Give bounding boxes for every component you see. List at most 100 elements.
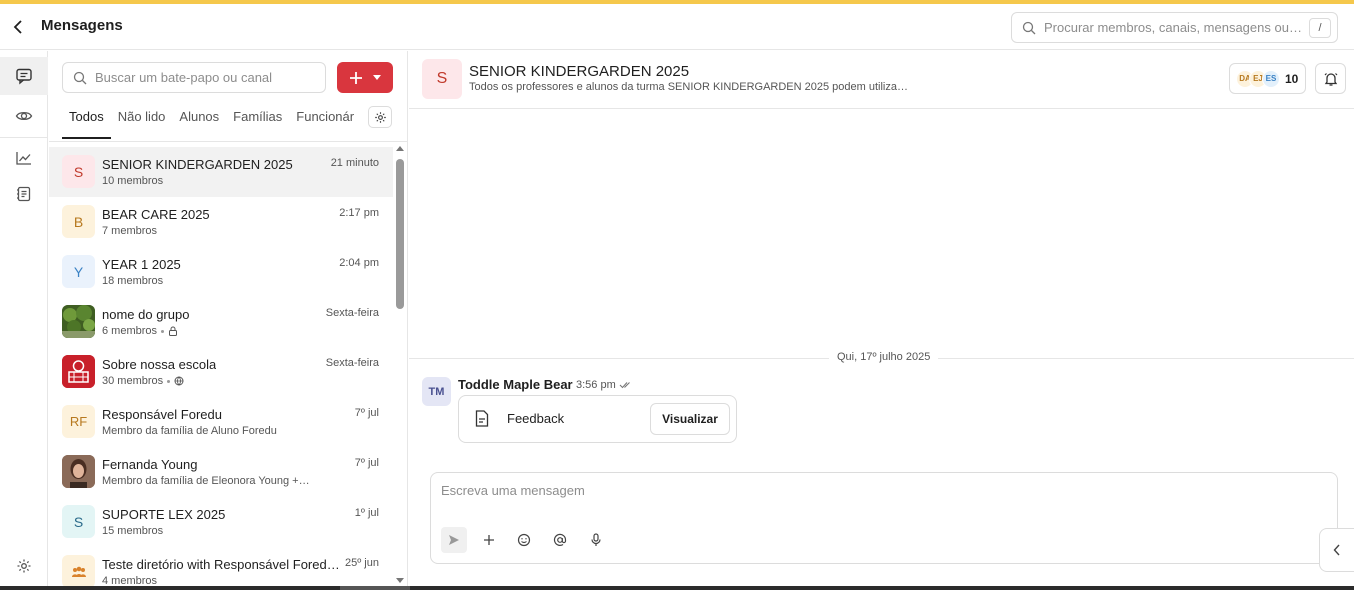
chat-time: 2:04 pm [339,257,379,269]
sender-avatar[interactable]: TM [422,377,451,406]
member-count: 10 [1285,71,1299,86]
new-chat-button[interactable] [337,62,393,93]
plus-icon [484,535,494,545]
chat-list-panel: Todos Não lido Alunos Famílias Funcionár… [49,51,408,586]
global-search-input[interactable] [1044,20,1304,35]
nav-notes[interactable] [0,175,48,213]
chat-name: BEAR CARE 2025 [102,207,210,222]
chat-subtitle: 10 membros [102,175,163,187]
avatar: S [62,155,95,188]
emoji-icon [517,533,531,547]
tab-funcionarios[interactable]: Funcionár [289,105,361,139]
chat-subtitle-text: 10 membros [102,175,164,187]
nav-messages[interactable] [0,57,48,95]
tabs-divider [49,141,407,142]
search-icon [1022,21,1036,34]
message-input[interactable] [441,483,1321,511]
separator-dot [161,329,165,333]
send-button[interactable] [441,527,467,553]
avatar: B [62,205,95,238]
school-logo [62,355,95,388]
chat-search-input[interactable] [95,70,315,85]
notifications-button[interactable] [1315,63,1346,94]
chat-subtitle: 7 membros [102,225,157,237]
chat-item-suporte-lex[interactable]: S SUPORTE LEX 2025 15 membros 1º jul [49,497,393,547]
chat-subtitle-text: Membro da família de Aluno Foredu [102,425,277,437]
message-sender[interactable]: Toddle Maple Bear [458,377,573,392]
chat-item-bear-care[interactable]: B BEAR CARE 2025 7 membros 2:17 pm [49,197,393,247]
mention-button[interactable] [547,527,573,553]
view-attachment-button[interactable]: Visualizar [650,403,730,435]
chat-subtitle-text: Membro da família de Eleonora Young +… [102,475,310,487]
chat-subtitle-text: 7 membros [102,225,158,237]
chat-item-nome-do-grupo[interactable]: nome do grupo 6 membros Sexta-feira [49,297,393,347]
tab-nao-lido[interactable]: Não lido [111,105,173,139]
attachment-name: Feedback [507,411,565,426]
bell-icon [1324,72,1337,86]
nav-settings[interactable] [0,547,48,585]
plus-icon [350,71,362,84]
chat-subtitle: Membro da família de Eleonora Young +… [102,475,310,487]
chat-list-scrollbar[interactable] [393,143,407,586]
app-header: Mensagens / [0,4,1354,50]
document-icon [475,410,489,427]
chat-item-responsavel-foredu[interactable]: RF Responsável Foredu Membro da família … [49,397,393,447]
rail-divider [0,137,48,138]
chat-item-teste-diretorio[interactable]: Teste diretório with Responsável Fored… … [49,547,393,586]
trend-chart-icon [16,152,31,165]
left-nav-rail [0,51,48,586]
channel-avatar[interactable]: S [422,59,462,99]
message-time: 3:56 pm [576,379,632,391]
voice-button[interactable] [583,527,609,553]
channel-description: Todos os professores e alunos da turma S… [469,81,908,93]
scroll-up-arrow[interactable] [396,146,404,151]
avatar-initials: S [73,163,84,180]
chat-icon [16,68,32,85]
chat-time: 25º jun [345,557,379,569]
nav-analytics[interactable] [0,139,48,177]
bottom-bar [0,586,1354,590]
chat-subtitle-text: 30 membros [102,375,164,387]
chat-subtitle-text: 6 membros [102,325,158,337]
chat-item-senior-kindergarden[interactable]: S SENIOR KINDERGARDEN 2025 10 membros 21… [49,147,393,197]
chevron-left-icon [13,20,22,34]
global-search[interactable]: / [1011,12,1338,43]
chat-subtitle: 6 membros [102,325,178,337]
attach-button[interactable] [476,527,502,553]
members-button[interactable]: DA EJ ES 10 [1229,63,1306,94]
search-icon [73,71,87,84]
emoji-button[interactable] [511,527,537,553]
chat-name: SENIOR KINDERGARDEN 2025 [102,157,293,172]
chat-item-year-1[interactable]: Y YEAR 1 2025 18 membros 2:04 pm [49,247,393,297]
scroll-down-arrow[interactable] [396,578,404,583]
tab-alunos[interactable]: Alunos [172,105,226,139]
message-time-text: 3:56 pm [576,379,616,391]
at-sign-icon [553,533,567,546]
chat-name: SUPORTE LEX 2025 [102,507,226,522]
chat-subtitle: Membro da família de Aluno Foredu [102,425,277,437]
globe-icon [174,376,184,386]
chat-subtitle-text: 15 membros [102,525,164,537]
tab-settings-button[interactable] [368,106,392,128]
settings-icon [17,559,31,573]
chat-search[interactable] [62,62,326,93]
chat-subtitle-text: 18 membros [102,275,164,287]
conversation-header: S SENIOR KINDERGARDEN 2025 Todos os prof… [409,51,1354,109]
nav-observe[interactable] [0,97,48,135]
scroll-thumb[interactable] [396,159,404,309]
channel-title[interactable]: SENIOR KINDERGARDEN 2025 [469,63,689,80]
group-photo [62,305,95,338]
collapse-sidebar-button[interactable] [1319,528,1354,572]
conversation-panel: S SENIOR KINDERGARDEN 2025 Todos os prof… [409,51,1354,586]
chat-time: Sexta-feira [325,357,379,369]
chat-time: 1º jul [354,507,379,519]
tab-familias[interactable]: Famílias [226,105,289,139]
eye-icon [15,111,33,121]
chat-item-fernanda-young[interactable]: Fernanda Young Membro da família de Eleo… [49,447,393,497]
back-button[interactable] [8,16,28,38]
chat-name: Responsável Foredu [102,407,222,422]
chat-time: 2:17 pm [339,207,379,219]
tab-todos[interactable]: Todos [62,105,111,139]
chat-item-sobre-nossa-escola[interactable]: Sobre nossa escola 30 membros Sexta-feir… [49,347,393,397]
file-attachment: Feedback Visualizar [458,395,737,443]
